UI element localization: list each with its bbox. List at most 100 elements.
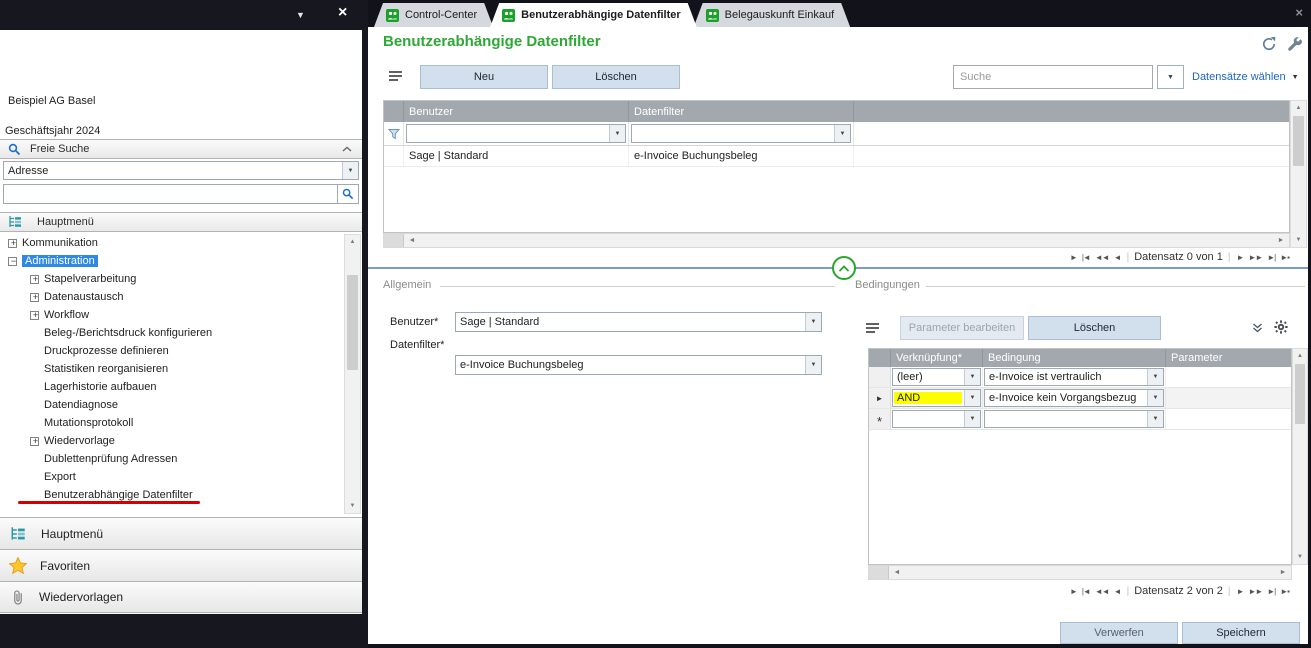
tree-item-statistiken[interactable]: Statistiken reorganisieren [0, 360, 344, 378]
dropdown-arrow-icon[interactable] [805, 356, 821, 374]
tree-item-datendiagnose[interactable]: Datendiagnose [0, 396, 344, 414]
tree-item-kommunikation[interactable]: Kommunikation [0, 234, 344, 252]
filter-datenfilter-combo[interactable] [631, 124, 851, 143]
sidebar-button-hauptmenu[interactable]: Hauptmenü [0, 517, 362, 549]
scroll-up-icon[interactable] [345, 235, 360, 249]
scroll-up-icon[interactable] [1293, 349, 1307, 363]
tree-scrollbar[interactable] [344, 234, 361, 514]
menu-icon[interactable] [388, 70, 403, 82]
free-search-header[interactable]: Freie Suche [0, 139, 362, 159]
tree-item-druckprozesse[interactable]: Druckprozesse definieren [0, 342, 344, 360]
collapse-detail-button[interactable] [832, 256, 856, 280]
dropdown-ar[interactable] [805, 313, 821, 331]
pager-next-icon[interactable] [1235, 587, 1244, 596]
column-header-verknuepfung[interactable]: Verknüpfung* [891, 349, 983, 367]
column-header-benutzer[interactable]: Benutzer [404, 101, 629, 122]
sidebar-close-icon[interactable] [338, 4, 347, 22]
column-header-parameter[interactable]: Parameter [1166, 349, 1291, 367]
free-search-input[interactable] [4, 186, 337, 202]
condition-row-1[interactable]: (leer) e-Invoice ist vertraulich [869, 367, 1291, 388]
sidebar-button-wiedervorlagen[interactable]: Wiedervorlagen [0, 581, 362, 613]
pager-last-icon[interactable] [1266, 587, 1276, 596]
condition-row-2-current[interactable]: AND e-Invoice kein Vorgangsbezug [869, 388, 1291, 409]
pager-fast-next-icon[interactable] [1247, 587, 1263, 596]
parameter-edit-button[interactable]: Parameter bearbeiten [900, 316, 1024, 340]
scroll-down-icon[interactable] [1291, 233, 1306, 247]
gear-icon[interactable] [1274, 320, 1288, 334]
refresh-icon[interactable] [1261, 36, 1277, 52]
tree-item-beleg-berichtsdruck[interactable]: Beleg-/Berichtsdruck konfigurieren [0, 324, 344, 342]
tree-item-dublettenpruefung[interactable]: Dublettenprüfung Adressen [0, 450, 344, 468]
verknuepfung-combo[interactable] [892, 410, 981, 428]
benutzer-combo[interactable]: Sage | Standard [455, 312, 822, 332]
scroll-left-icon[interactable] [404, 234, 420, 247]
collapse-icon[interactable] [8, 257, 17, 266]
scrollbar-thumb[interactable] [347, 275, 358, 370]
expand-icon[interactable] [30, 311, 39, 320]
scroll-right-icon[interactable] [1275, 566, 1291, 579]
scroll-up-icon[interactable] [1291, 101, 1306, 115]
conditions-vertical-scrollbar[interactable] [1292, 348, 1308, 565]
tab-belegauskunft-einkauf[interactable]: Belegauskunft Einkauf [694, 3, 850, 27]
free-search-button[interactable] [337, 185, 358, 203]
main-menu-header[interactable]: Hauptmenü [0, 212, 362, 232]
grid-horizontal-scrollbar[interactable] [383, 233, 1290, 248]
bedingung-combo[interactable] [984, 410, 1164, 428]
tab-control-center[interactable]: Control-Center [374, 3, 493, 27]
tree-item-stapelverarbeitung[interactable]: Stapelverarbeitung [0, 270, 344, 288]
expand-icon[interactable] [8, 239, 17, 248]
pager-current-icon[interactable] [1069, 253, 1078, 262]
tab-benutzerabhaengige-datenfilter[interactable]: Benutzerabhängige Datenfilter [490, 3, 697, 27]
grid-row[interactable]: Sage | Standard e-Invoice Buchungsbeleg [384, 146, 1289, 167]
sidebar-button-favoriten[interactable]: Favoriten [0, 549, 362, 581]
tree-item-datenaustausch[interactable]: Datenaustausch [0, 288, 344, 306]
datenfilter-combo[interactable]: e-Invoice Buchungsbeleg [455, 355, 822, 375]
dropdown-arrow-icon[interactable] [834, 125, 850, 142]
expand-icon[interactable] [30, 293, 39, 302]
pager-first-icon[interactable] [1081, 253, 1091, 262]
tab-close-icon[interactable] [1295, 5, 1303, 20]
dropdown-arrow-icon[interactable] [1147, 390, 1163, 406]
bedingung-combo[interactable]: e-Invoice ist vertraulich [984, 368, 1164, 386]
bedingung-combo[interactable]: e-Invoice kein Vorgangsbezug [984, 389, 1164, 407]
new-button[interactable]: Neu [420, 65, 548, 89]
scroll-left-icon[interactable] [889, 566, 905, 579]
tree-item-lagerhistorie[interactable]: Lagerhistorie aufbauen [0, 378, 344, 396]
records-select[interactable]: Datensätze wählen [1192, 65, 1299, 89]
tree-item-export[interactable]: Export [0, 468, 344, 486]
pager-prev-icon[interactable] [1113, 253, 1122, 262]
dropdown-arrow-icon[interactable] [609, 125, 625, 142]
expand-icon[interactable] [30, 437, 39, 446]
save-button[interactable]: Speichern [1182, 622, 1300, 644]
dropdown-arrow-icon[interactable] [964, 369, 980, 385]
tree-item-administration[interactable]: Administration [0, 252, 344, 270]
scrollbar-thumb[interactable] [1295, 364, 1305, 424]
grid-vertical-scrollbar[interactable] [1290, 100, 1307, 248]
pager-new-icon[interactable] [1279, 253, 1290, 262]
search-input[interactable] [953, 65, 1153, 89]
filter-benutzer-combo[interactable] [406, 124, 626, 143]
verknuepfung-combo[interactable]: (leer) [892, 368, 981, 386]
dropdown-arrow-icon[interactable] [342, 162, 358, 179]
conditions-delete-button[interactable]: Löschen [1028, 316, 1161, 340]
verknuepfung-combo[interactable]: AND [892, 389, 981, 407]
conditions-horizontal-scrollbar[interactable] [868, 565, 1292, 580]
delete-button[interactable]: Löschen [552, 65, 680, 89]
dropdown-arrow-icon[interactable] [1147, 411, 1163, 427]
menu-icon[interactable] [865, 322, 880, 334]
scrollbar-thumb[interactable] [1293, 116, 1304, 166]
dropdown-arrow-icon[interactable] [964, 411, 980, 427]
discard-button[interactable]: Verwerfen [1060, 622, 1178, 644]
dropdown-arrow-icon[interactable] [964, 390, 980, 406]
address-type-select[interactable]: Adresse [3, 161, 359, 180]
column-header-datenfilter[interactable]: Datenfilter [629, 101, 854, 122]
filter-dropdown-button[interactable] [1157, 65, 1184, 89]
wrench-icon[interactable] [1287, 36, 1302, 51]
scroll-right-icon[interactable] [1273, 234, 1289, 247]
pager-prev-icon[interactable] [1113, 587, 1122, 596]
column-header-bedingung[interactable]: Bedingung [983, 349, 1166, 367]
tree-item-workflow[interactable]: Workflow [0, 306, 344, 324]
double-chevron-down-icon[interactable] [1252, 323, 1263, 333]
pager-fast-prev-icon[interactable] [1094, 253, 1110, 262]
scroll-down-icon[interactable] [345, 499, 360, 513]
